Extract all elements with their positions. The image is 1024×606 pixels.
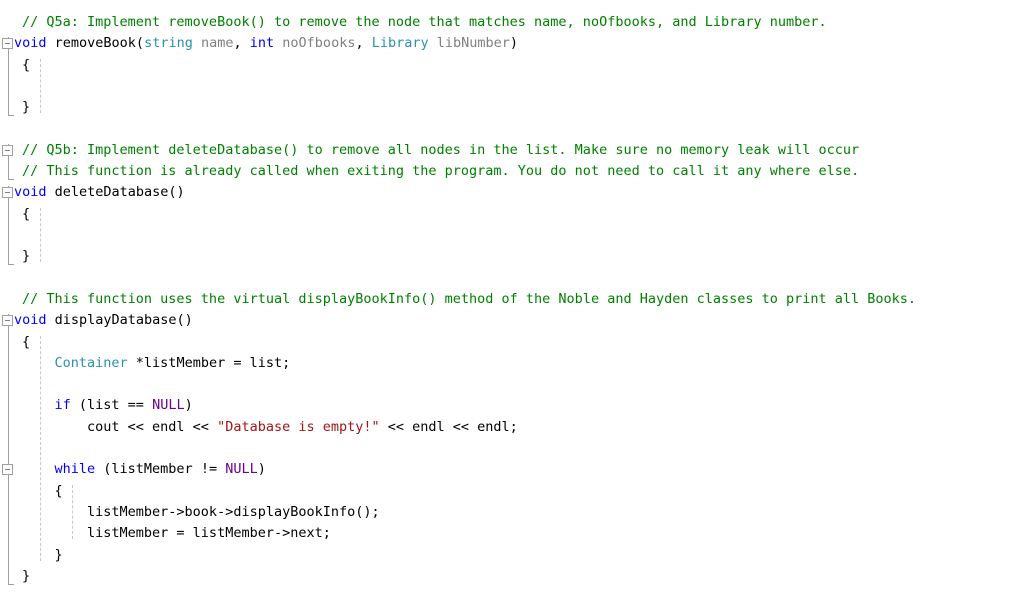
code-token-str: "Database is empty!" bbox=[217, 418, 380, 435]
code-line[interactable]: // This function is already called when … bbox=[22, 161, 859, 182]
code-line[interactable]: void removeBook(string name, int noOfboo… bbox=[14, 33, 518, 54]
code-line[interactable]: Container *listMember = list; bbox=[22, 353, 291, 374]
code-token-pln: , bbox=[233, 35, 250, 52]
code-line[interactable]: { bbox=[22, 481, 63, 502]
code-token-cmt: // Q5b: Implement deleteDatabase() to re… bbox=[22, 141, 860, 158]
scope-bar-foot bbox=[8, 179, 14, 181]
indent-guide bbox=[40, 207, 41, 263]
code-line[interactable]: } bbox=[22, 246, 30, 267]
code-token-pln: (listMember != bbox=[95, 461, 226, 478]
code-token-pln: ) bbox=[184, 397, 193, 414]
code-token-pln: removeBook( bbox=[46, 35, 145, 52]
code-line[interactable]: // This function uses the virtual displa… bbox=[22, 289, 916, 310]
code-line[interactable]: { bbox=[22, 332, 30, 353]
code-line[interactable]: } bbox=[22, 566, 30, 587]
code-token-pln: deleteDatabase() bbox=[46, 184, 185, 201]
code-token-pln: ) bbox=[509, 35, 519, 52]
code-line[interactable]: void displayDatabase() bbox=[14, 310, 193, 331]
code-line[interactable]: void deleteDatabase() bbox=[14, 182, 185, 203]
code-line[interactable]: } bbox=[22, 97, 30, 118]
code-line[interactable]: // Q5a: Implement removeBook() to remove… bbox=[22, 12, 827, 33]
scope-bar bbox=[8, 314, 9, 584]
code-line[interactable]: { bbox=[22, 204, 30, 225]
code-token-kw: while bbox=[54, 461, 96, 478]
code-token-pln bbox=[429, 35, 437, 51]
code-token-cmt: // This function uses the virtual displa… bbox=[22, 290, 917, 307]
indent-guide bbox=[40, 335, 41, 561]
code-token-pln: << endl << endl; bbox=[379, 418, 518, 435]
code-token-cmt: // Q5a: Implement removeBook() to remove… bbox=[22, 14, 827, 30]
code-token-kw: void bbox=[14, 35, 47, 52]
code-token-pln: } bbox=[22, 567, 31, 584]
code-line[interactable]: // Q5b: Implement deleteDatabase() to re… bbox=[22, 140, 859, 161]
code-token-pln: ) bbox=[257, 461, 266, 478]
code-token-typ: Library bbox=[371, 35, 429, 52]
code-token-pln bbox=[193, 35, 201, 51]
code-editor[interactable]: // Q5a: Implement removeBook() to remove… bbox=[0, 0, 1024, 606]
collapse-q5b-comment-icon[interactable] bbox=[2, 144, 13, 156]
code-token-mac: NULL bbox=[225, 461, 258, 478]
code-token-par: libNumber bbox=[436, 35, 510, 52]
code-token-pln: } bbox=[22, 248, 31, 265]
code-token-typ: Container bbox=[54, 354, 128, 371]
code-token-par: name bbox=[200, 35, 234, 52]
collapse-removebook-icon[interactable] bbox=[2, 38, 13, 50]
code-token-kw: if bbox=[54, 397, 71, 414]
code-token-mac: NULL bbox=[152, 397, 185, 414]
code-token-pln: displayDatabase() bbox=[46, 312, 193, 329]
code-token-pln: } bbox=[22, 99, 31, 116]
code-token-pln: *listMember = list; bbox=[127, 354, 291, 371]
collapse-deletedatabase-icon[interactable] bbox=[2, 187, 13, 199]
code-token-pln: { bbox=[22, 56, 31, 73]
code-line[interactable]: cout << endl << "Database is empty!" << … bbox=[22, 417, 518, 438]
scope-bar-foot bbox=[8, 115, 14, 117]
code-token-pln: listMember->book->displayBookInfo(); bbox=[22, 503, 380, 520]
code-line[interactable]: if (list == NULL) bbox=[22, 395, 193, 416]
code-token-pln bbox=[22, 355, 55, 371]
code-token-pln: { bbox=[22, 205, 31, 222]
code-token-pln: cout << endl << bbox=[22, 418, 218, 435]
code-token-kw: int bbox=[249, 35, 275, 52]
scope-bar-foot bbox=[8, 264, 14, 266]
code-token-par: noOfbooks bbox=[282, 35, 356, 52]
scope-bar-foot bbox=[8, 583, 14, 585]
code-line[interactable]: listMember = listMember->next; bbox=[22, 523, 331, 544]
collapse-displaydatabase-icon[interactable] bbox=[2, 315, 13, 327]
collapse-while-block-icon[interactable] bbox=[2, 464, 13, 476]
code-token-kw: void bbox=[14, 312, 47, 329]
code-token-cmt: // This function is already called when … bbox=[22, 163, 860, 180]
code-token-kw: void bbox=[14, 184, 47, 201]
code-line[interactable]: listMember->book->displayBookInfo(); bbox=[22, 502, 380, 523]
indent-guide bbox=[72, 484, 73, 540]
code-token-pln: , bbox=[355, 35, 372, 52]
code-token-pln: listMember = listMember->next; bbox=[22, 525, 331, 542]
code-token-pln bbox=[22, 397, 55, 413]
indent-guide bbox=[40, 58, 41, 114]
code-token-pln: { bbox=[22, 333, 31, 350]
code-token-pln: } bbox=[22, 546, 63, 563]
code-line[interactable]: } bbox=[22, 545, 63, 566]
code-token-pln bbox=[22, 461, 55, 477]
code-token-typ: string bbox=[144, 35, 193, 52]
code-line[interactable]: { bbox=[22, 55, 30, 76]
code-line[interactable]: while (listMember != NULL) bbox=[22, 459, 266, 480]
code-token-pln: (list == bbox=[70, 397, 153, 414]
code-token-pln: { bbox=[22, 482, 63, 499]
